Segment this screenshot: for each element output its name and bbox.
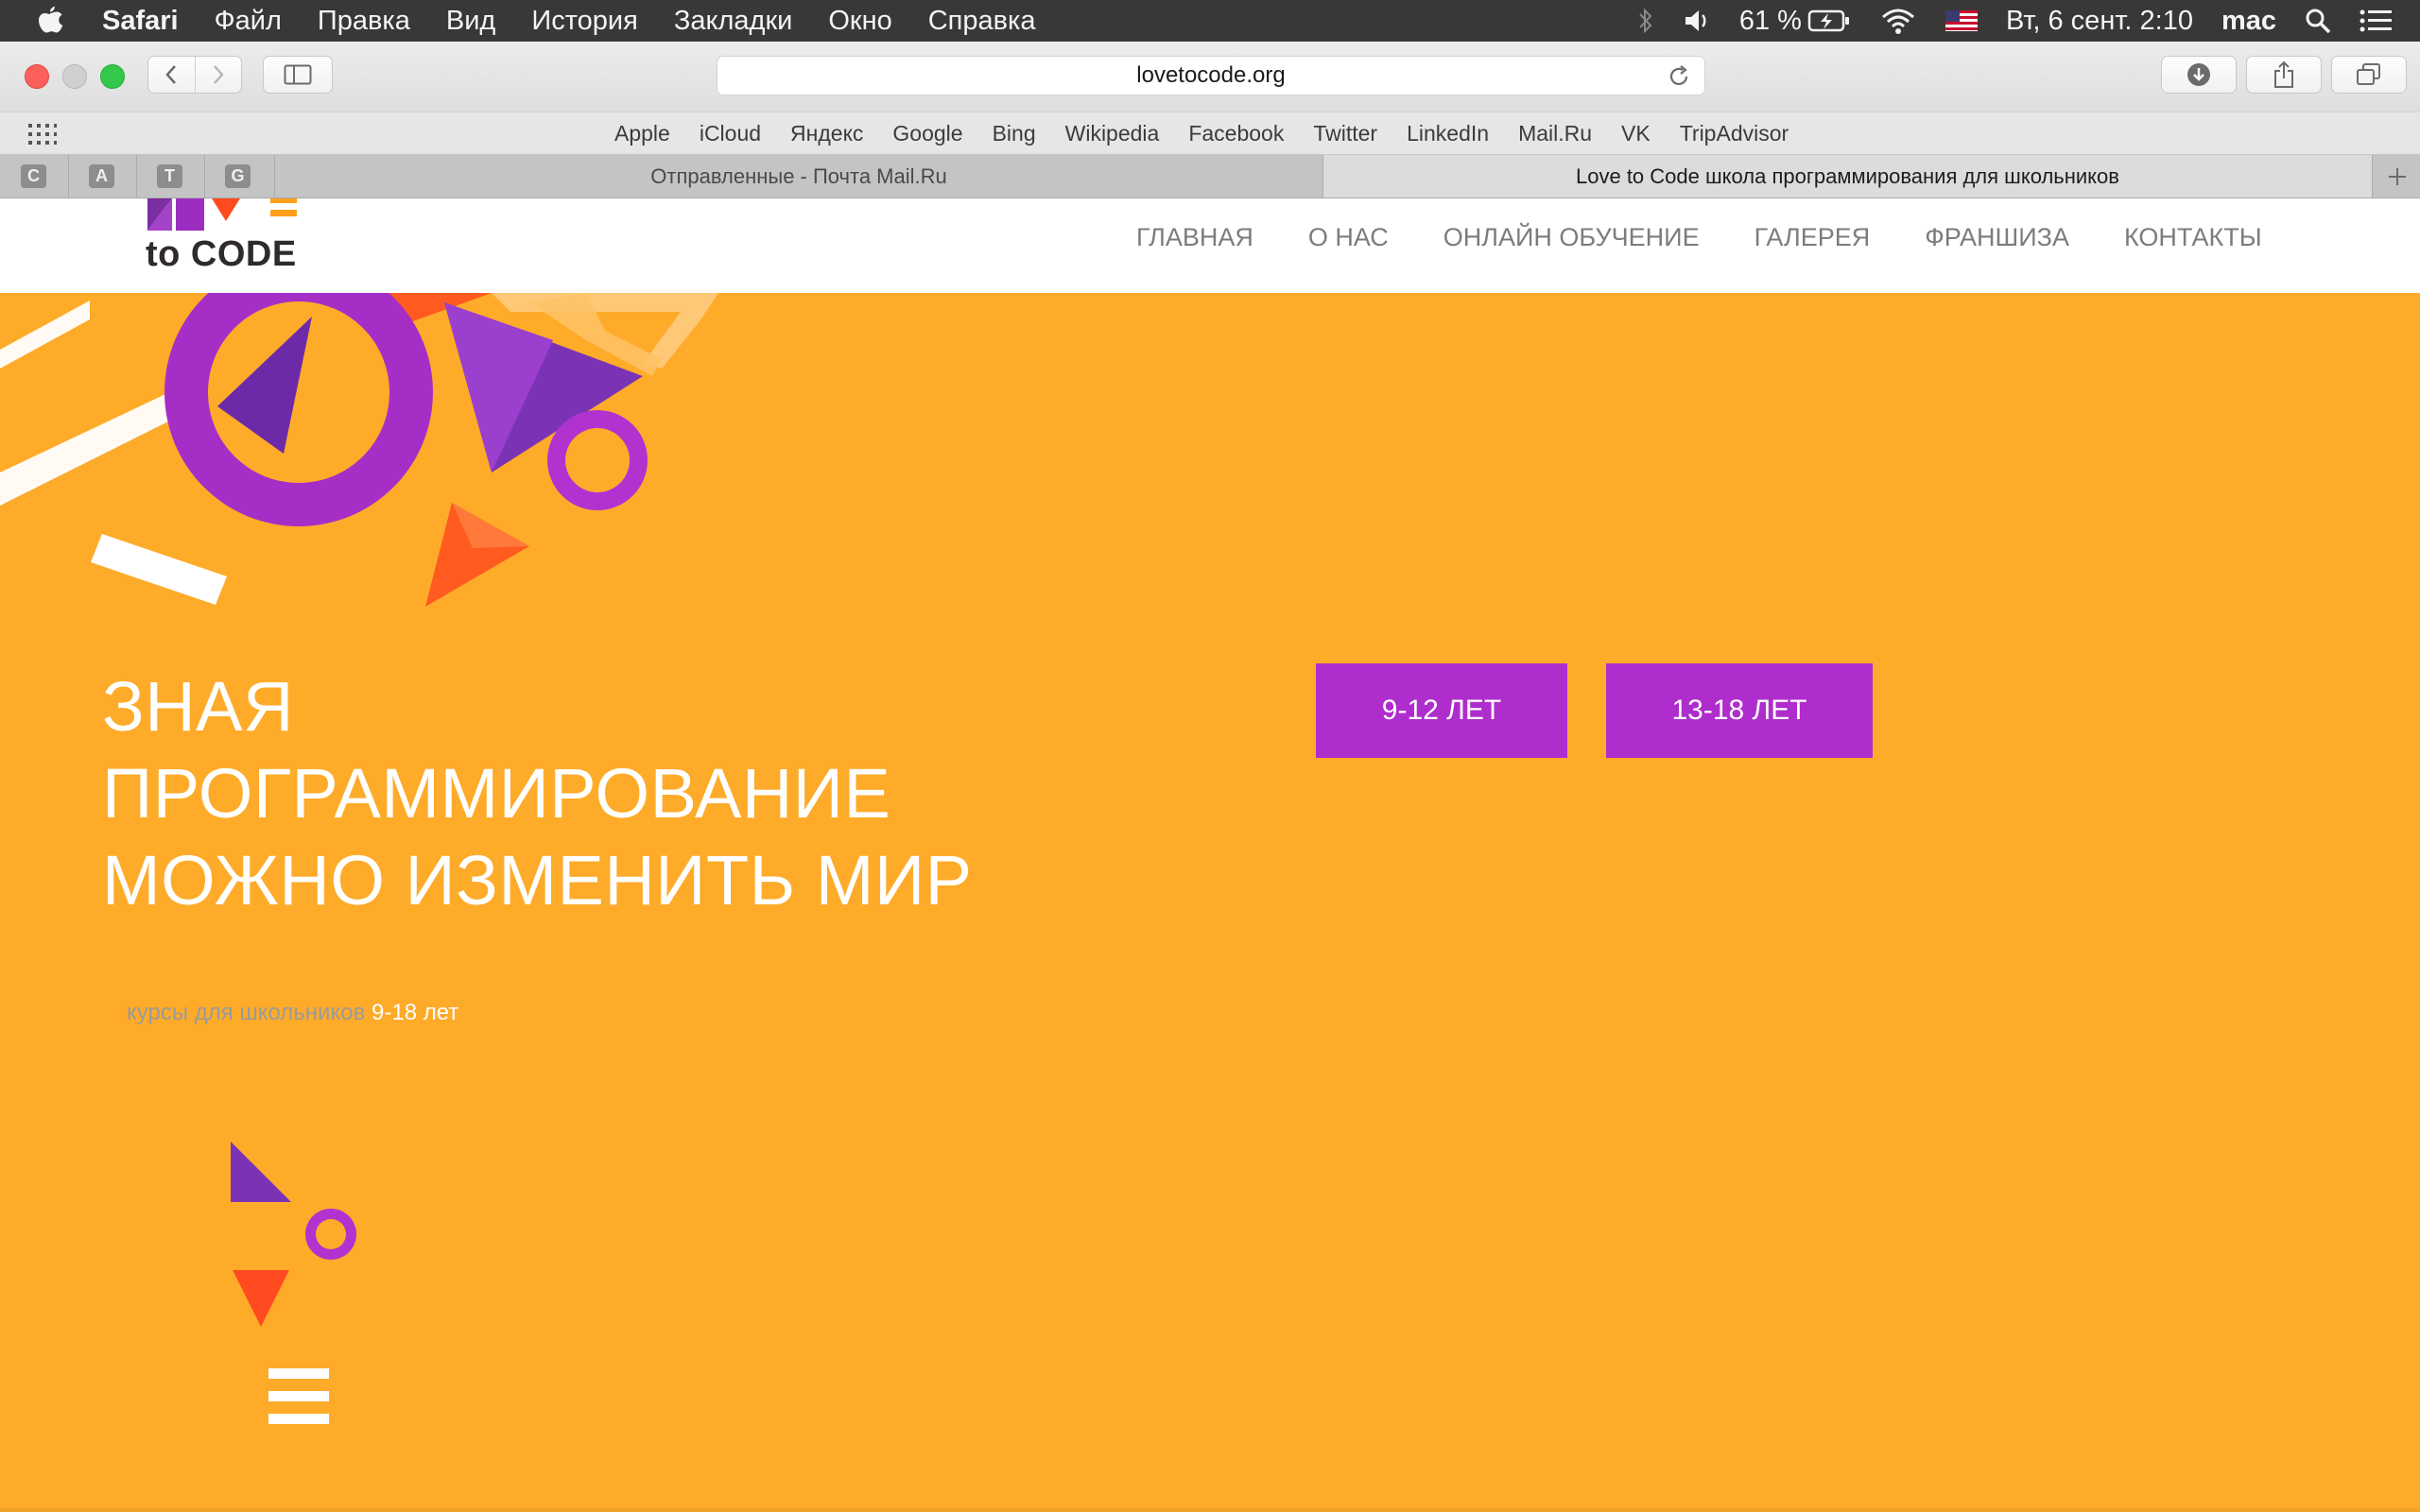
- menu-help[interactable]: Справка: [928, 6, 1036, 37]
- site-logo[interactable]: to CODE: [144, 198, 333, 282]
- favorite-yandex[interactable]: Яндекс: [790, 121, 863, 146]
- headline-line-2: ПРОГРАММИРОВАНИЕ: [102, 754, 891, 833]
- age-9-12-button[interactable]: 9-12 ЛЕТ: [1316, 663, 1567, 758]
- favorite-facebook[interactable]: Facebook: [1188, 121, 1284, 146]
- menubar-clock[interactable]: Вт, 6 сент. 2:10: [2006, 6, 2193, 37]
- sidebar-icon: [284, 64, 312, 85]
- us-flag-input-icon[interactable]: [1945, 10, 1978, 31]
- favorite-icloud[interactable]: iCloud: [700, 121, 761, 146]
- favorite-google[interactable]: Google: [892, 121, 962, 146]
- nav-about[interactable]: О НАС: [1308, 223, 1389, 252]
- favorite-mailru[interactable]: Mail.Ru: [1518, 121, 1592, 146]
- pinned-tab-c[interactable]: C: [21, 164, 46, 188]
- share-icon: [2274, 60, 2293, 88]
- tab-label: Love to Code школа программирования для …: [1576, 163, 2119, 188]
- minimize-window-button[interactable]: [62, 64, 87, 89]
- favorite-linkedin[interactable]: LinkedIn: [1407, 121, 1489, 146]
- logo-text: to CODE: [146, 234, 297, 274]
- pinned-tab-divider: [204, 155, 205, 198]
- main-nav: ГЛАВНАЯ О НАС ОНЛАЙН ОБУЧЕНИЕ ГАЛЕРЕЯ ФР…: [1136, 212, 2262, 263]
- notification-center-icon[interactable]: [2360, 9, 2392, 33]
- headline-line-3: МОЖНО ИЗМЕНИТЬ МИР: [102, 841, 973, 919]
- menu-history[interactable]: История: [531, 6, 637, 37]
- nav-gallery[interactable]: ГАЛЕРЕЯ: [1754, 223, 1871, 252]
- spotlight-search-icon[interactable]: [2305, 8, 2331, 34]
- age-13-18-button[interactable]: 13-18 ЛЕТ: [1606, 663, 1873, 758]
- tabs-overview-icon: [2357, 63, 2380, 85]
- nav-contacts[interactable]: КОНТАКТЫ: [2124, 223, 2262, 252]
- favorite-twitter[interactable]: Twitter: [1313, 121, 1377, 146]
- hero-headline: ЗНАЯ ПРОГРАММИРОВАНИЕ МОЖНО ИЗМЕНИТЬ МИР: [102, 663, 973, 924]
- share-button[interactable]: [2246, 56, 2322, 94]
- tab-bar: C A T G Отправленные - Почта Mail.Ru Lov…: [0, 155, 2420, 198]
- plus-icon: [2389, 167, 2406, 185]
- favorite-tripadvisor[interactable]: TripAdvisor: [1680, 121, 1789, 146]
- forward-button[interactable]: [196, 57, 242, 93]
- tab-label: Отправленные - Почта Mail.Ru: [650, 163, 947, 188]
- section-bottom-edge: [0, 1508, 2420, 1512]
- menu-bookmarks[interactable]: Закладки: [674, 6, 793, 37]
- menu-edit[interactable]: Правка: [318, 6, 410, 37]
- pinned-tab-a[interactable]: A: [89, 164, 114, 188]
- menu-app-name[interactable]: Safari: [102, 6, 179, 37]
- pinned-tab-divider: [136, 155, 137, 198]
- address-url: lovetocode.org: [1136, 62, 1286, 88]
- chevron-left-icon: [165, 65, 177, 84]
- back-forward-group: [147, 56, 242, 94]
- hero-subline: курсы для школьников 9-18 лет: [127, 1000, 458, 1026]
- site-header: to CODE ГЛАВНАЯ О НАС ОНЛАЙН ОБУЧЕНИЕ ГА…: [0, 198, 2420, 293]
- battery-percent: 61 %: [1738, 5, 1802, 36]
- decorative-shapes-bottom: [231, 1142, 356, 1424]
- browser-toolbar: lovetocode.org: [0, 42, 2420, 112]
- battery-charging-icon[interactable]: [1807, 9, 1851, 33]
- bluetooth-icon[interactable]: [1637, 7, 1654, 35]
- sidebar-toggle-button[interactable]: [263, 56, 333, 94]
- favorite-wikipedia[interactable]: Wikipedia: [1065, 121, 1160, 146]
- zoom-window-button[interactable]: [100, 64, 125, 89]
- pinned-tab-t[interactable]: T: [157, 164, 182, 188]
- subline-ages: 9-18 лет: [372, 1000, 459, 1025]
- macos-menu-bar: Safari Файл Правка Вид История Закладки …: [0, 0, 2420, 42]
- favorites-bar: Apple iCloud Яндекс Google Bing Wikipedi…: [0, 112, 2420, 155]
- decorative-shapes-top: [0, 293, 718, 607]
- menubar-user[interactable]: mac: [2221, 6, 2276, 37]
- volume-icon[interactable]: [1683, 8, 1711, 34]
- downloads-button[interactable]: [2161, 56, 2237, 94]
- menu-file[interactable]: Файл: [215, 6, 282, 37]
- favorite-bing[interactable]: Bing: [993, 121, 1036, 146]
- download-icon: [2187, 63, 2210, 86]
- reload-icon[interactable]: [1667, 64, 1691, 95]
- chevron-right-icon: [213, 65, 224, 84]
- hamburger-menu-icon[interactable]: [268, 1368, 329, 1424]
- tab-mail-ru[interactable]: Отправленные - Почта Mail.Ru: [274, 155, 1323, 198]
- hero-section: ЗНАЯ ПРОГРАММИРОВАНИЕ МОЖНО ИЗМЕНИТЬ МИР…: [0, 293, 2420, 1512]
- close-window-button[interactable]: [25, 64, 49, 89]
- favorite-vk[interactable]: VK: [1621, 121, 1651, 146]
- menu-view[interactable]: Вид: [446, 6, 495, 37]
- logo-love-mark: [147, 198, 297, 231]
- apps-grid-icon[interactable]: [28, 124, 57, 149]
- favorite-apple[interactable]: Apple: [614, 121, 670, 146]
- wifi-icon[interactable]: [1879, 7, 1917, 35]
- apple-menu-icon[interactable]: [36, 5, 64, 37]
- tab-love-to-code-active[interactable]: Love to Code школа программирования для …: [1323, 155, 2373, 198]
- new-tab-button[interactable]: [2375, 155, 2420, 198]
- address-bar[interactable]: lovetocode.org: [717, 56, 1705, 95]
- pinned-tab-divider: [68, 155, 69, 198]
- nav-franchise[interactable]: ФРАНШИЗА: [1925, 223, 2069, 252]
- show-all-tabs-button[interactable]: [2331, 56, 2407, 94]
- pinned-tab-g[interactable]: G: [225, 164, 251, 188]
- nav-home[interactable]: ГЛАВНАЯ: [1136, 223, 1253, 252]
- headline-line-1: ЗНАЯ: [102, 667, 294, 746]
- subline-courses: курсы для школьников: [127, 1000, 366, 1025]
- menu-window[interactable]: Окно: [828, 6, 891, 37]
- back-button[interactable]: [148, 57, 196, 93]
- nav-online-learning[interactable]: ОНЛАЙН ОБУЧЕНИЕ: [1443, 223, 1700, 252]
